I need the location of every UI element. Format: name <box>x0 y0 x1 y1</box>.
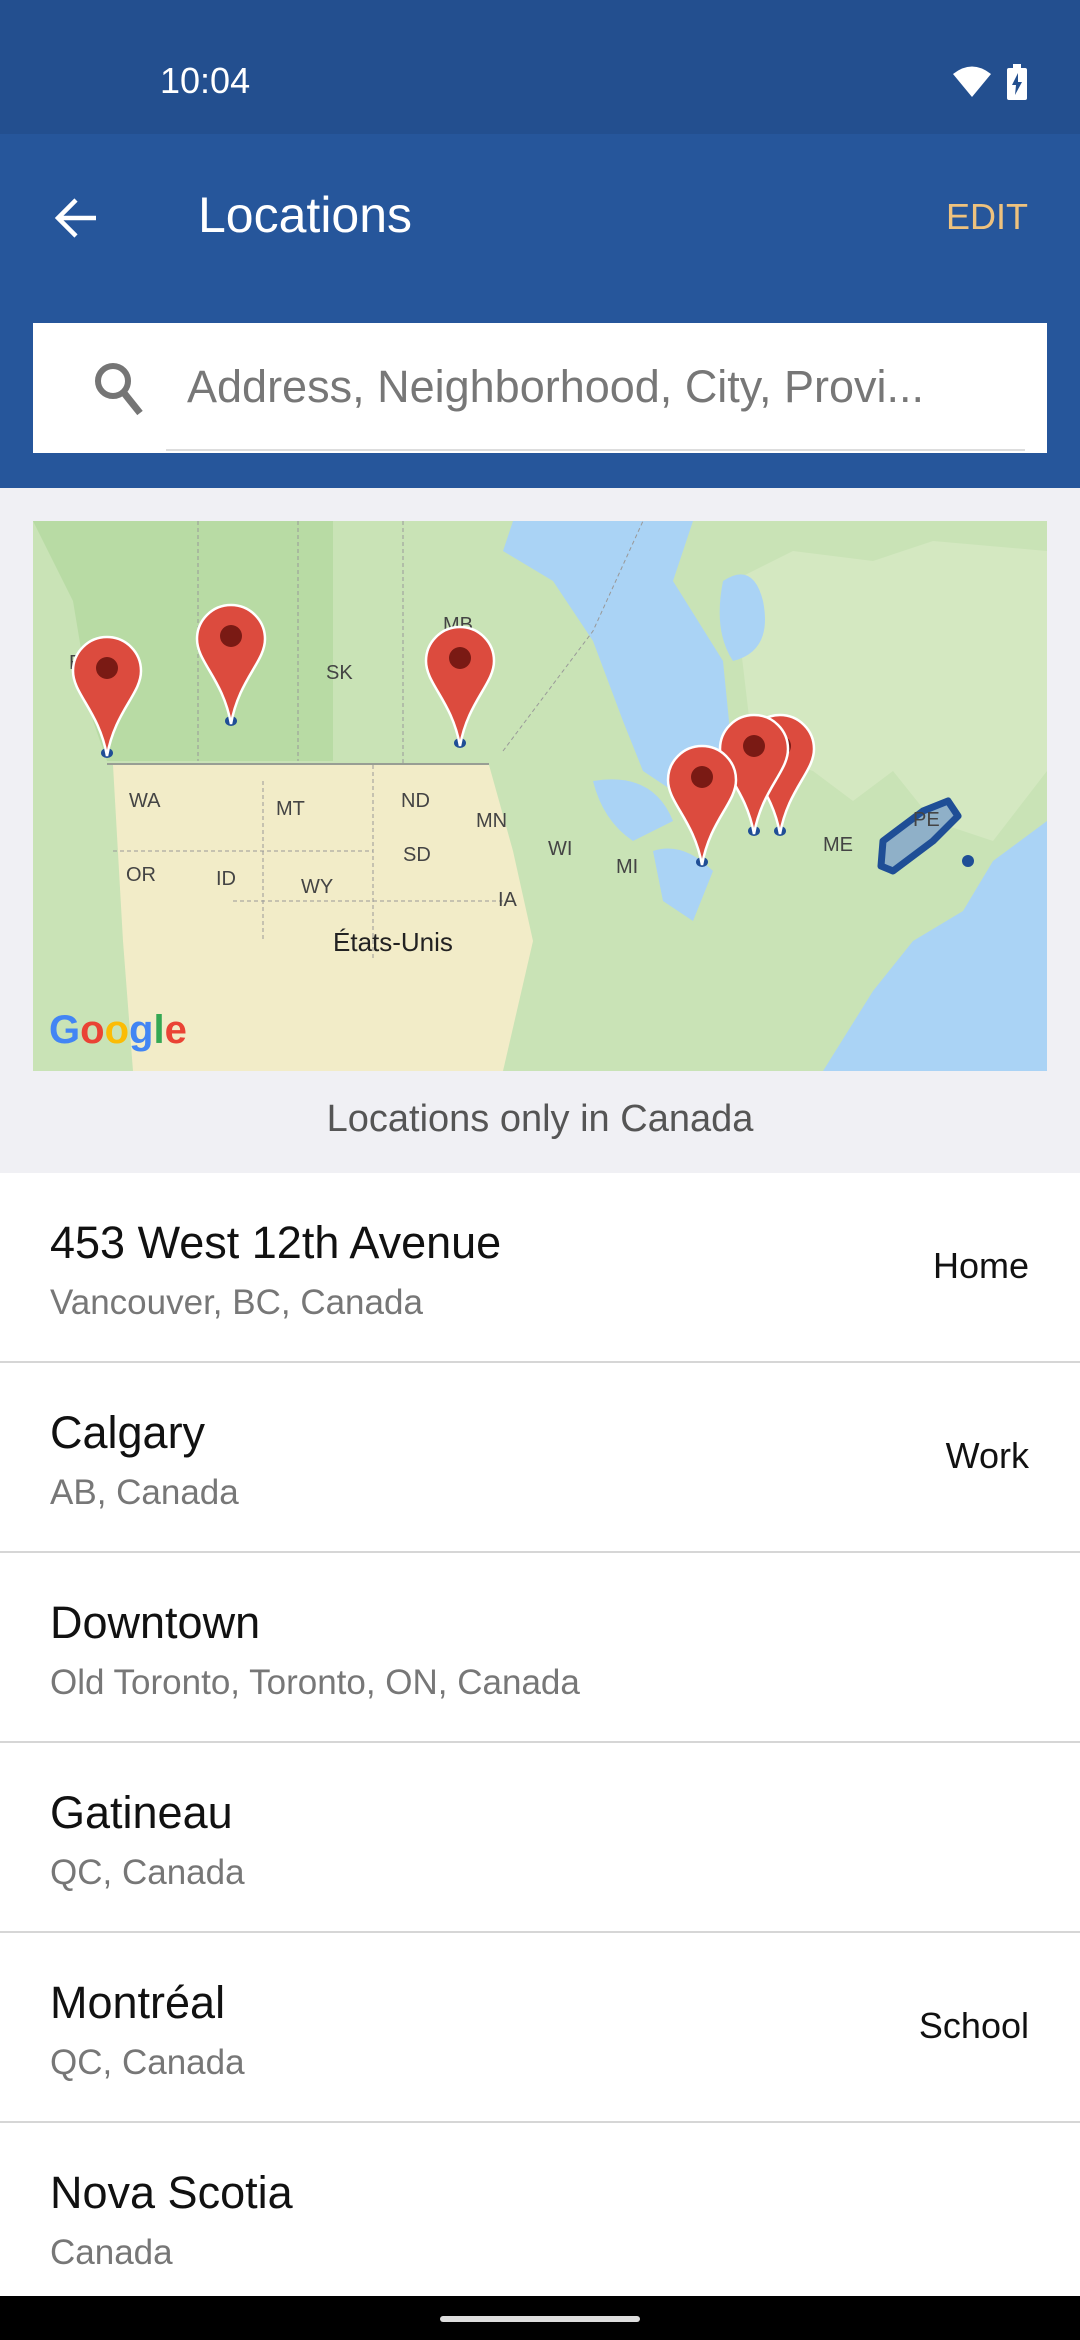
location-title: Downtown <box>50 1597 261 1648</box>
location-tag: Work <box>945 1435 1029 1476</box>
map-country-label: États-Unis <box>333 927 453 957</box>
page-title: Locations <box>198 187 413 243</box>
map-label: OR <box>126 864 156 886</box>
map-label: PE <box>913 809 940 831</box>
battery-charging-icon <box>1007 64 1027 100</box>
search-input[interactable]: Address, Neighborhood, City, Provi... <box>33 323 1047 453</box>
map-label: WA <box>129 790 161 812</box>
location-tag: Home <box>932 1245 1029 1286</box>
location-row[interactable]: 453 West 12th Avenue Vancouver, BC, Canad… <box>0 1173 1080 1363</box>
map-label: WI <box>548 838 572 860</box>
location-tag: School <box>918 2005 1029 2046</box>
location-row[interactable]: Calgary AB, Canada Work <box>0 1363 1080 1553</box>
app-bar: Locations EDIT Address, Neighborhood, Ci… <box>0 134 1080 488</box>
map-label: MI <box>616 856 638 878</box>
system-nav-bar <box>0 2296 1080 2340</box>
map-label: ND <box>401 790 430 812</box>
map-canvas: BC AB SK MB QC WA MT ND MN OR ID WY SD W… <box>33 521 1047 1071</box>
location-title: Calgary <box>50 1407 206 1458</box>
status-bar: 10:04 <box>0 0 1080 134</box>
map-label: IA <box>498 889 518 911</box>
location-row[interactable]: Gatineau QC, Canada <box>0 1743 1080 1933</box>
map-label: WY <box>301 876 333 898</box>
location-title: Montréal <box>50 1977 226 2028</box>
location-title: 453 West 12th Avenue <box>50 1217 502 1268</box>
map-label: MN <box>476 810 507 832</box>
location-title: Nova Scotia <box>50 2167 293 2218</box>
location-row[interactable]: Downtown Old Toronto, Toronto, ON, Canada <box>0 1553 1080 1743</box>
map-label: ID <box>216 868 236 890</box>
google-logo: Google <box>49 1008 187 1052</box>
location-subtitle: AB, Canada <box>50 1473 239 1512</box>
search-placeholder: Address, Neighborhood, City, Provi... <box>187 361 925 412</box>
map-label: SD <box>403 844 431 866</box>
location-title: Gatineau <box>50 1787 233 1838</box>
map-view[interactable]: BC AB SK MB QC WA MT ND MN OR ID WY SD W… <box>33 521 1047 1071</box>
location-subtitle: Canada <box>50 2233 173 2272</box>
location-row[interactable]: Nova Scotia Canada <box>0 2123 1080 2313</box>
map-label: ME <box>823 834 853 856</box>
locations-list: 453 West 12th Avenue Vancouver, BC, Canad… <box>0 1173 1080 2313</box>
search-icon <box>95 363 143 416</box>
location-subtitle: QC, Canada <box>50 1853 245 1892</box>
map-caption: Locations only in Canada <box>326 1098 754 1140</box>
location-subtitle: Old Toronto, Toronto, ON, Canada <box>50 1663 580 1702</box>
edit-button[interactable]: EDIT <box>946 196 1028 238</box>
wifi-icon <box>953 66 991 97</box>
map-label: SK <box>326 662 353 684</box>
search-underline <box>166 449 1025 451</box>
location-subtitle: QC, Canada <box>50 2043 245 2082</box>
location-subtitle: Vancouver, BC, Canada <box>50 1283 423 1322</box>
location-row[interactable]: Montréal QC, Canada School <box>0 1933 1080 2123</box>
map-label: MT <box>276 798 305 820</box>
arrow-left-icon[interactable] <box>50 190 106 246</box>
status-time: 10:04 <box>160 60 251 101</box>
home-gesture-handle[interactable] <box>440 2316 640 2322</box>
